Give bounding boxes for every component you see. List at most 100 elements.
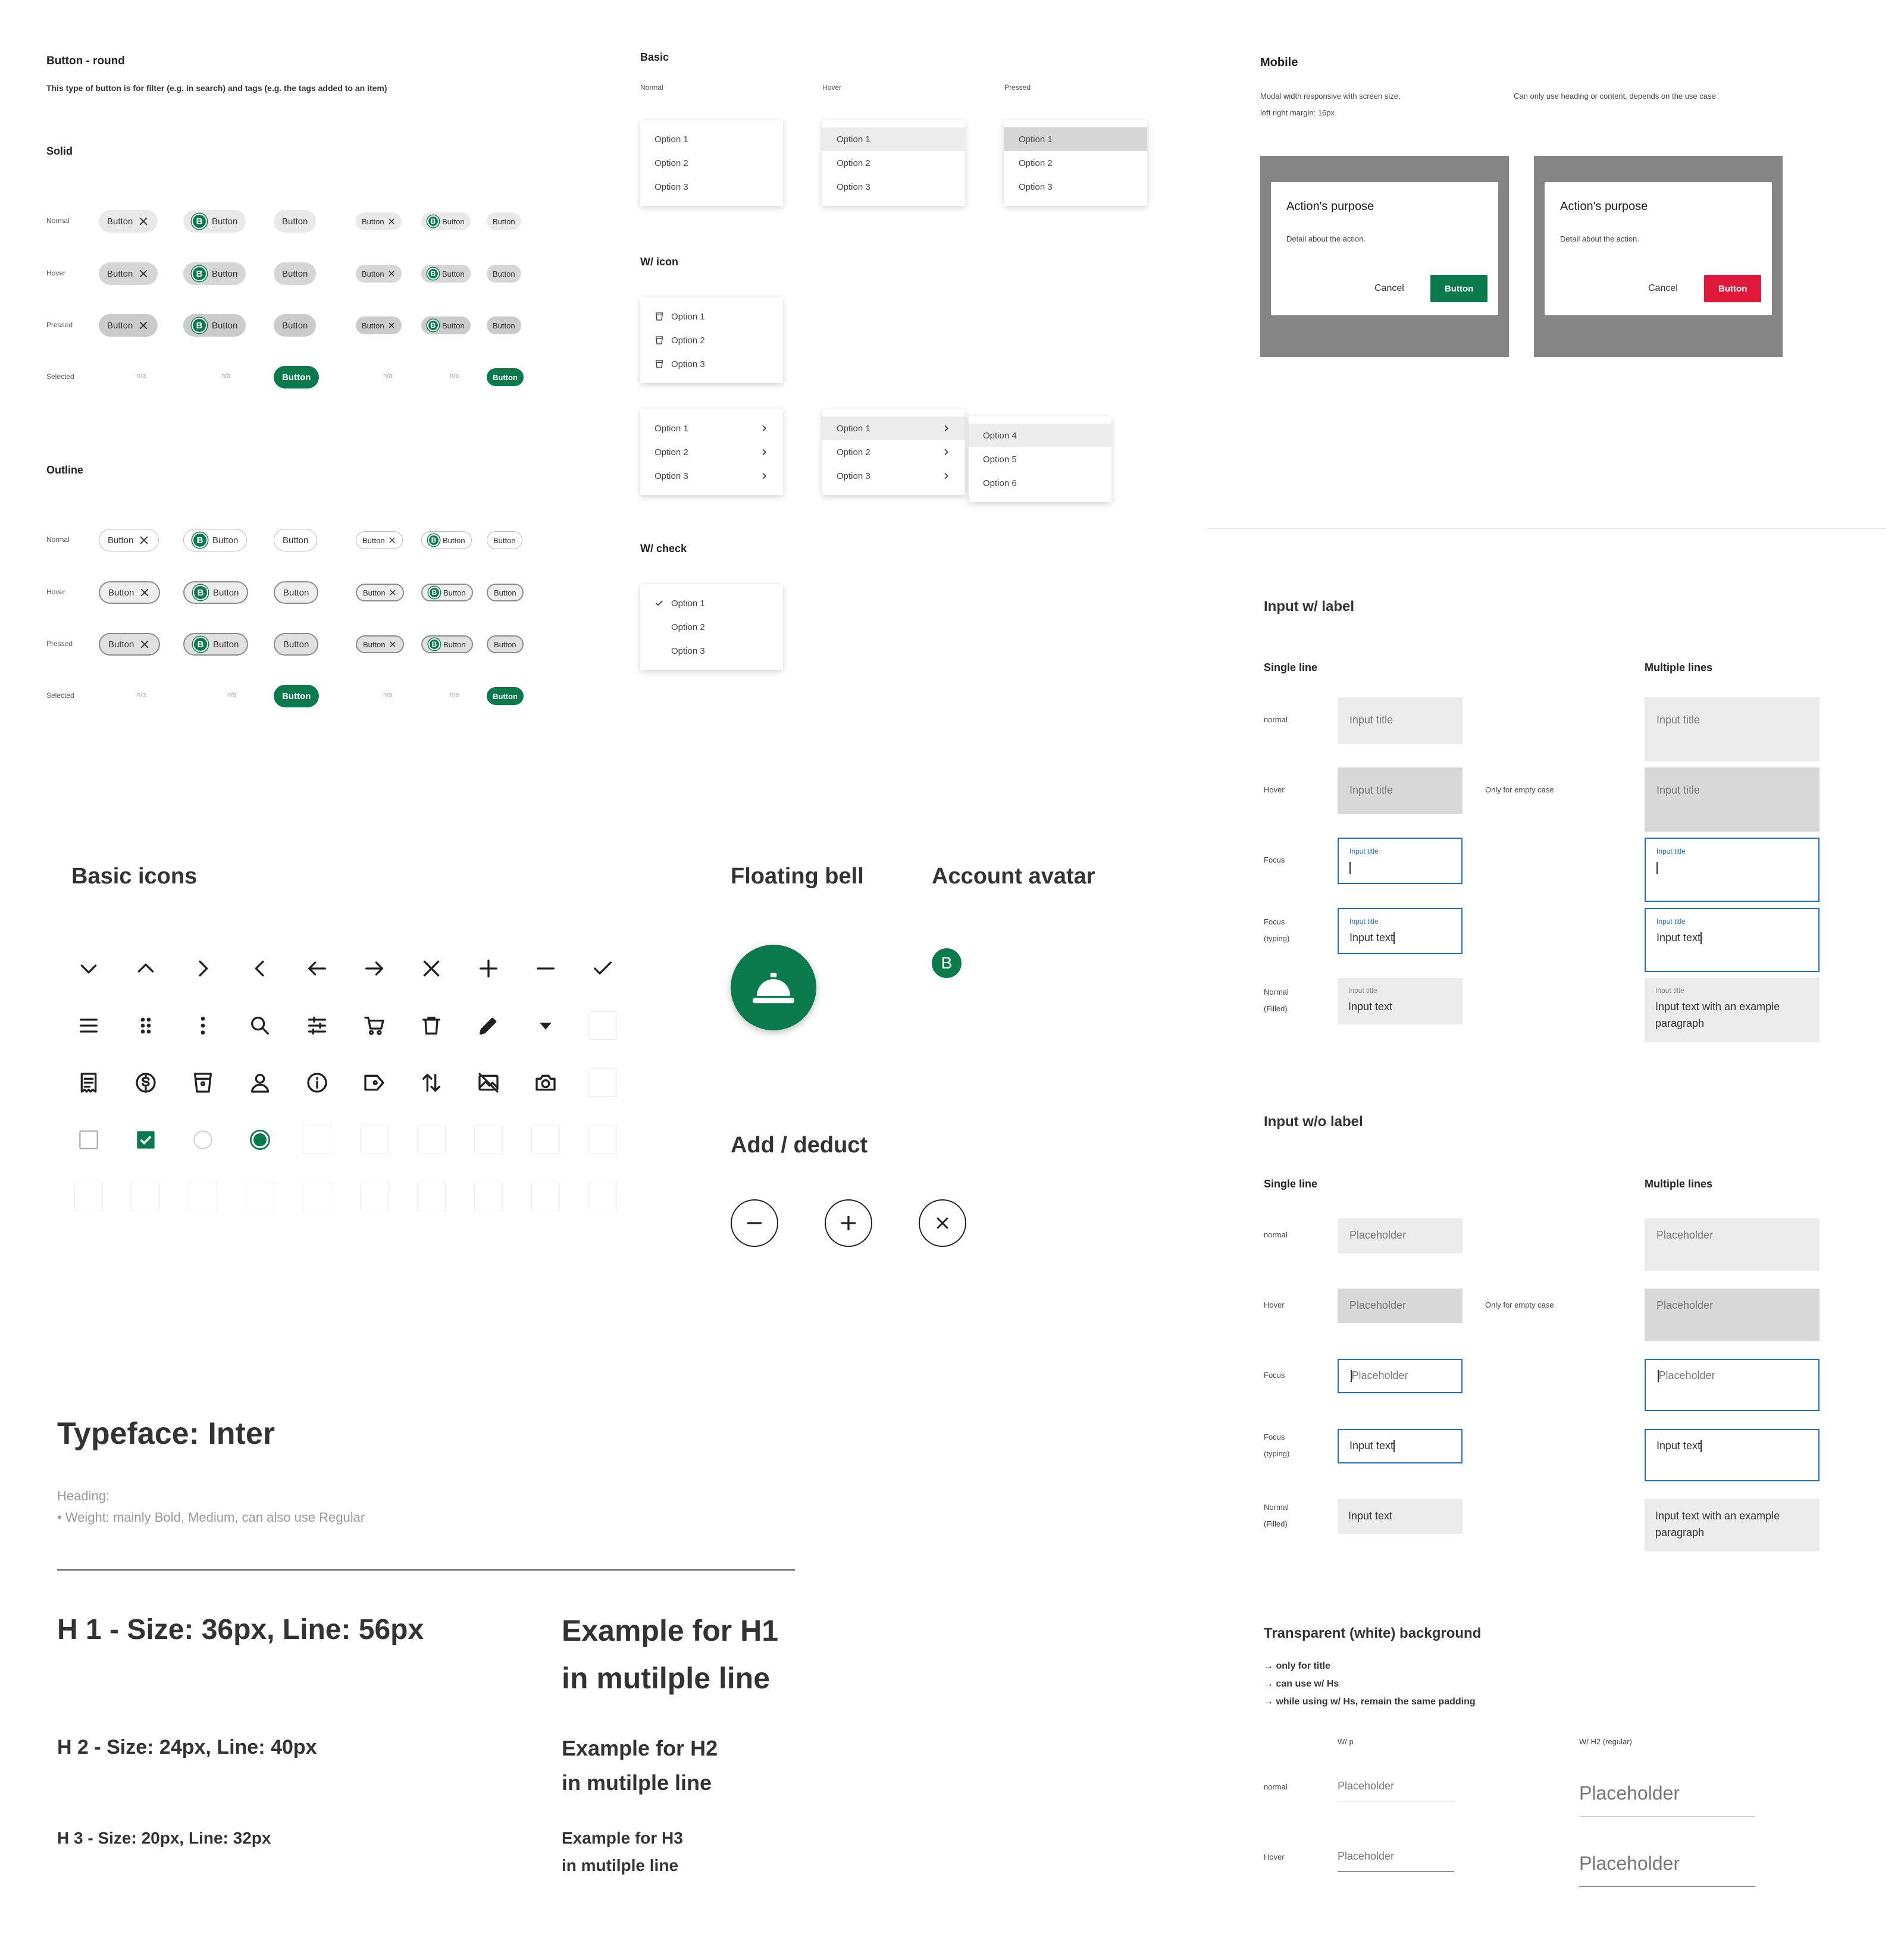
avatar[interactable]: B bbox=[932, 948, 962, 978]
filter-chip-removable[interactable]: Button bbox=[356, 531, 403, 549]
radio-unchecked-icon[interactable] bbox=[189, 1126, 217, 1154]
dropdown-option[interactable]: Option 2 bbox=[1004, 151, 1147, 175]
dropdown-option[interactable]: Option 2 bbox=[640, 328, 783, 352]
dropdown-option[interactable]: Option 6 bbox=[969, 471, 1111, 495]
confirm-button[interactable]: Button bbox=[1430, 275, 1488, 302]
filter-chip-with-badge[interactable]: B Button bbox=[421, 316, 471, 334]
filter-chip[interactable]: Button bbox=[487, 316, 521, 334]
filter-chip[interactable]: Button bbox=[487, 265, 521, 283]
dropdown-option[interactable]: Option 2 bbox=[822, 151, 965, 175]
filter-chip[interactable]: Button bbox=[487, 687, 524, 705]
floating-bell-button[interactable] bbox=[731, 945, 816, 1030]
filter-chip[interactable]: Button bbox=[274, 262, 317, 285]
filter-chip-removable[interactable]: Button bbox=[356, 635, 404, 653]
dropdown-option[interactable]: Option 1 bbox=[640, 305, 783, 328]
dropdown-option[interactable]: Option 3 bbox=[1004, 175, 1147, 199]
dropdown-option[interactable]: Option 2 bbox=[640, 440, 783, 464]
danger-button[interactable]: Button bbox=[1704, 275, 1762, 302]
text-input-normal[interactable]: Input title bbox=[1338, 697, 1463, 744]
filter-chip-with-badge[interactable]: B Button bbox=[421, 212, 471, 230]
dropdown-option[interactable]: Option 4 bbox=[969, 424, 1111, 447]
dropdown-option[interactable]: Option 3 bbox=[640, 464, 783, 488]
dropdown-option[interactable]: Option 2 bbox=[640, 151, 783, 175]
filter-chip-with-badge[interactable]: B Button bbox=[183, 210, 246, 233]
filter-chip-removable[interactable]: Button bbox=[356, 316, 402, 334]
filter-chip-removable[interactable]: Button bbox=[356, 584, 404, 601]
filter-chip-removable[interactable]: Button bbox=[99, 581, 161, 604]
cancel-button[interactable]: Cancel bbox=[1374, 283, 1404, 294]
dropdown-option[interactable]: Option 1 bbox=[1004, 127, 1147, 151]
dropdown-option[interactable]: Option 3 bbox=[640, 352, 783, 376]
textarea-hover[interactable]: Input title bbox=[1645, 767, 1820, 832]
filter-chip-with-badge[interactable]: B Button bbox=[421, 531, 472, 549]
checkbox-unchecked-icon[interactable] bbox=[74, 1126, 103, 1154]
deduct-button[interactable] bbox=[731, 1199, 778, 1247]
text-input-focus[interactable]: Placeholder bbox=[1338, 1359, 1463, 1393]
checkbox-checked-icon[interactable] bbox=[131, 1126, 160, 1154]
filter-chip[interactable]: Button bbox=[487, 584, 524, 601]
text-input-hover[interactable]: Input title bbox=[1338, 767, 1463, 814]
cancel-button[interactable]: Cancel bbox=[1648, 283, 1678, 294]
textarea-filled[interactable]: Input title Input text with an example par… bbox=[1645, 978, 1820, 1042]
filter-chip-with-badge[interactable]: B Button bbox=[183, 529, 248, 551]
filter-chip-removable[interactable]: Button bbox=[99, 262, 158, 285]
add-button[interactable] bbox=[825, 1199, 872, 1247]
dropdown-option[interactable]: Option 1 bbox=[640, 127, 783, 151]
dropdown-option[interactable]: Option 2 bbox=[640, 615, 783, 639]
filter-chip[interactable]: Button bbox=[274, 581, 319, 604]
filter-chip-removable[interactable]: Button bbox=[99, 210, 158, 233]
dropdown-option[interactable]: Option 3 bbox=[822, 175, 965, 199]
textarea-focus[interactable]: Placeholder bbox=[1645, 1359, 1820, 1411]
textarea-normal[interactable]: Placeholder bbox=[1645, 1218, 1820, 1271]
filter-chip[interactable]: Button bbox=[274, 314, 317, 337]
transparent-input-p-normal[interactable]: Placeholder bbox=[1338, 1775, 1454, 1801]
dropdown-option[interactable]: Option 1 bbox=[640, 591, 783, 615]
filter-chip[interactable]: Button bbox=[274, 685, 320, 707]
filter-chip[interactable]: Button bbox=[274, 529, 318, 551]
dropdown-option[interactable]: Option 3 bbox=[822, 464, 965, 488]
textarea-normal[interactable]: Input title bbox=[1645, 697, 1820, 761]
dropdown-option[interactable]: Option 1 bbox=[822, 416, 965, 440]
filter-chip[interactable]: Button bbox=[274, 210, 317, 233]
filter-chip-removable[interactable]: Button bbox=[99, 633, 161, 656]
text-input-focus[interactable]: Input title bbox=[1338, 838, 1463, 884]
transparent-input-h2-normal[interactable]: Placeholder bbox=[1579, 1775, 1755, 1817]
textarea-filled[interactable]: Input text with an example paragraph bbox=[1645, 1499, 1820, 1552]
dropdown-option[interactable]: Option 5 bbox=[969, 447, 1111, 471]
filter-chip-with-badge[interactable]: B Button bbox=[183, 314, 246, 337]
text-input-filled[interactable]: Input title Input text bbox=[1338, 978, 1463, 1024]
filter-chip[interactable]: Button bbox=[487, 368, 524, 386]
text-input-typing[interactable]: Input title Input text bbox=[1338, 908, 1463, 954]
textarea-hover[interactable]: Placeholder bbox=[1645, 1289, 1820, 1341]
filter-chip[interactable]: Button bbox=[274, 633, 319, 656]
filter-chip-with-badge[interactable]: B Button bbox=[183, 262, 246, 285]
dropdown-option[interactable]: Option 1 bbox=[822, 127, 965, 151]
filter-chip-with-badge[interactable]: B Button bbox=[183, 633, 249, 656]
transparent-input-h2-hover[interactable]: Placeholder bbox=[1579, 1845, 1755, 1887]
dropdown-option[interactable]: Option 3 bbox=[640, 639, 783, 663]
dropdown-option[interactable]: Option 1 bbox=[640, 416, 783, 440]
text-input-filled[interactable]: Input text bbox=[1338, 1499, 1463, 1534]
dropdown-option[interactable]: Option 3 bbox=[640, 175, 783, 199]
dropdown-option[interactable]: Option 2 bbox=[822, 440, 965, 464]
textarea-focus[interactable]: Input title bbox=[1645, 838, 1820, 902]
filter-chip-removable[interactable]: Button bbox=[356, 212, 402, 230]
filter-chip-with-badge[interactable]: B Button bbox=[183, 581, 249, 604]
filter-chip-with-badge[interactable]: B Button bbox=[421, 265, 471, 283]
filter-chip-with-badge[interactable]: B Button bbox=[421, 584, 473, 601]
textarea-typing[interactable]: Input text bbox=[1645, 1429, 1820, 1481]
filter-chip-removable[interactable]: Button bbox=[99, 314, 158, 337]
text-input-typing[interactable]: Input text bbox=[1338, 1429, 1463, 1463]
filter-chip[interactable]: Button bbox=[487, 212, 521, 230]
filter-chip-removable[interactable]: Button bbox=[99, 529, 159, 551]
filter-chip-removable[interactable]: Button bbox=[356, 265, 402, 283]
filter-chip[interactable]: Button bbox=[274, 366, 320, 388]
filter-chip[interactable]: Button bbox=[487, 635, 524, 653]
transparent-input-p-hover[interactable]: Placeholder bbox=[1338, 1845, 1454, 1872]
textarea-typing[interactable]: Input title Input text bbox=[1645, 908, 1820, 972]
text-input-normal[interactable]: Placeholder bbox=[1338, 1218, 1463, 1253]
filter-chip-with-badge[interactable]: B Button bbox=[421, 635, 473, 653]
remove-button[interactable] bbox=[919, 1199, 966, 1247]
text-input-hover[interactable]: Placeholder bbox=[1338, 1289, 1463, 1323]
filter-chip[interactable]: Button bbox=[487, 531, 522, 549]
